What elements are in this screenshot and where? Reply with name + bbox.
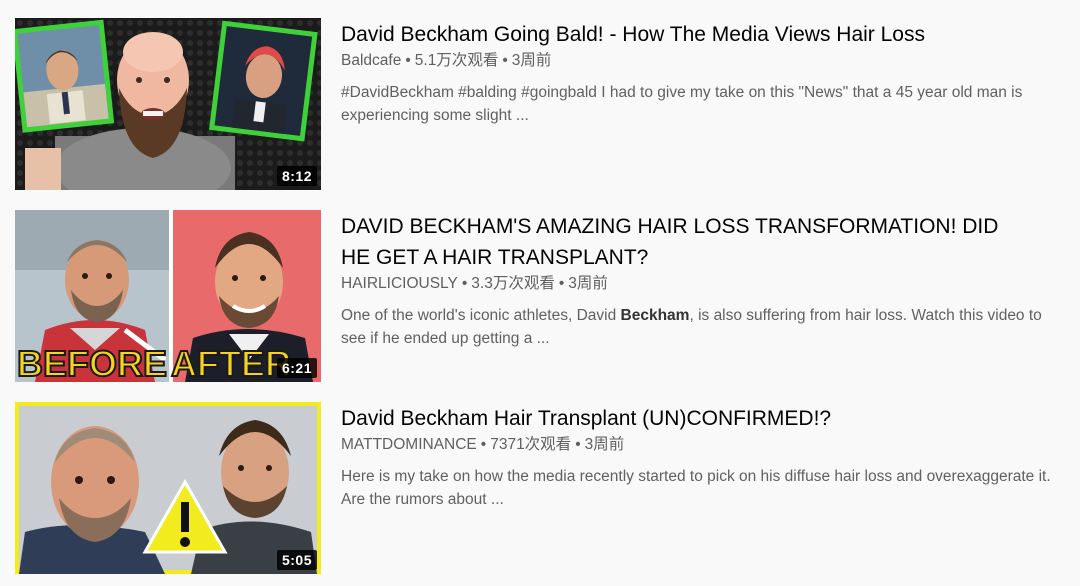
description-highlight: Beckham: [620, 307, 690, 324]
thumbnail-image: [15, 402, 321, 574]
video-result: 8:12 David Beckham Going Bald! - How The…: [15, 18, 1080, 190]
description-line: Are the rumors about ...: [341, 491, 504, 508]
video-duration: 6:21: [276, 358, 317, 378]
thumbnail-text-before: BEFORE: [17, 343, 167, 382]
description-text: , is also suffering from hair loss. Watc…: [689, 307, 1042, 324]
upload-age: 3周前: [568, 275, 608, 292]
description-line: Here is my take on how the media recentl…: [341, 468, 1051, 485]
meta-separator: •: [461, 275, 468, 292]
upload-age: 3周前: [584, 436, 625, 453]
video-description: #DavidBeckham #balding #goingbald I had …: [341, 81, 1080, 127]
video-description: One of the world's iconic athletes, Davi…: [341, 304, 1080, 350]
channel-name[interactable]: HAIRLICIOUSLY: [341, 275, 458, 292]
video-thumbnail[interactable]: 8:12: [15, 18, 321, 190]
video-result: BEFORE AFTER 6:21 DAVID BECKHAM'S AMAZIN…: [15, 210, 1080, 382]
channel-name[interactable]: Baldcafe: [341, 52, 401, 69]
video-title[interactable]: David Beckham Hair Transplant (UN)CONFIR…: [341, 402, 1080, 434]
channel-name[interactable]: MATTDOMINANCE: [341, 436, 477, 453]
video-duration: 5:05: [276, 550, 317, 570]
meta-separator: •: [405, 52, 411, 69]
meta-separator: •: [575, 436, 581, 453]
thumbnail-text-after: AFTER: [171, 343, 291, 382]
description-line: #DavidBeckham #balding #goingbald I had …: [341, 84, 1023, 101]
video-title[interactable]: David Beckham Going Bald! - How The Medi…: [341, 18, 1080, 50]
video-thumbnail[interactable]: BEFORE AFTER 6:21: [15, 210, 321, 382]
thumbnail-image: BEFORE AFTER: [15, 210, 321, 382]
description-line: One of the world's iconic athletes, Davi…: [341, 304, 1080, 327]
video-thumbnail[interactable]: 5:05: [15, 402, 321, 574]
title-line: DAVID BECKHAM'S AMAZING HAIR LOSS TRANSF…: [341, 215, 999, 238]
upload-age: 3周前: [511, 52, 552, 69]
search-results-list: 8:12 David Beckham Going Bald! - How The…: [0, 0, 1080, 586]
view-count: 7371次观看: [490, 436, 572, 453]
video-title[interactable]: DAVID BECKHAM'S AMAZING HAIR LOSS TRANSF…: [341, 210, 1080, 273]
video-duration: 8:12: [276, 166, 317, 186]
video-info: David Beckham Hair Transplant (UN)CONFIR…: [341, 402, 1080, 511]
video-metadata: Baldcafe • 5.1万次观看 • 3周前: [341, 50, 1080, 72]
meta-separator: •: [558, 275, 565, 292]
video-metadata: HAIRLICIOUSLY • 3.3万次观看 • 3周前: [341, 273, 1080, 295]
description-line: experiencing some slight ...: [341, 107, 529, 124]
view-count: 5.1万次观看: [414, 52, 499, 69]
video-description: Here is my take on how the media recentl…: [341, 465, 1080, 511]
video-info: David Beckham Going Bald! - How The Medi…: [341, 18, 1080, 127]
video-metadata: MATTDOMINANCE • 7371次观看 • 3周前: [341, 434, 1080, 456]
description-text: One of the world's iconic athletes, Davi…: [341, 307, 621, 324]
description-line: see if he ended up getting a ...: [341, 330, 550, 347]
video-info: DAVID BECKHAM'S AMAZING HAIR LOSS TRANSF…: [341, 210, 1080, 350]
view-count: 3.3万次观看: [471, 275, 555, 292]
thumbnail-image: [15, 18, 321, 190]
title-line: HE GET A HAIR TRANSPLANT?: [341, 246, 649, 269]
meta-separator: •: [502, 52, 508, 69]
video-result: 5:05 David Beckham Hair Transplant (UN)C…: [15, 402, 1080, 574]
meta-separator: •: [480, 436, 487, 453]
